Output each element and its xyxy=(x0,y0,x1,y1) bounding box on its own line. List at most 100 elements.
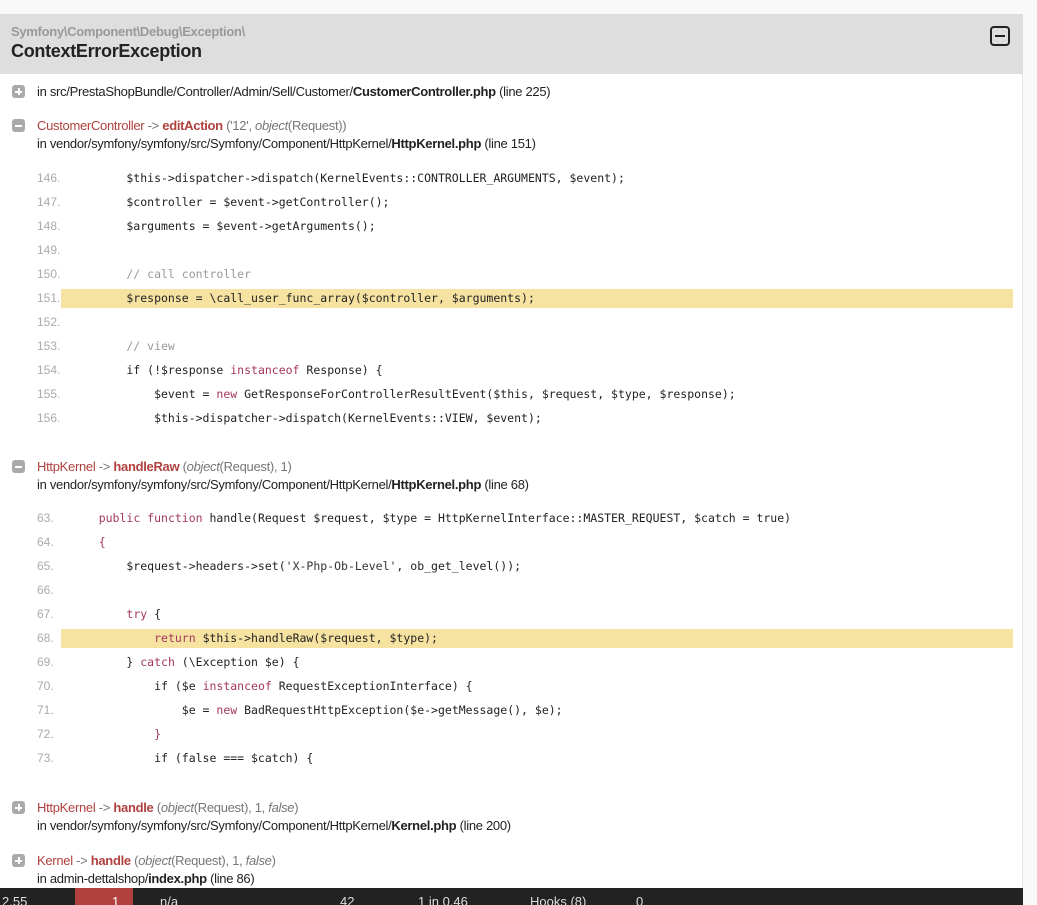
expand-icon[interactable] xyxy=(12,801,25,814)
trace-line: (line 151) xyxy=(484,136,536,151)
trace-method: handle xyxy=(90,853,131,868)
code-token: $this->dispatcher->dispatch(KernelEvents… xyxy=(71,171,625,185)
collapse-icon[interactable] xyxy=(12,119,25,132)
trace-path: in vendor/symfony/symfony/src/Symfony/Co… xyxy=(37,818,392,833)
code-token: (\Exception $e) { xyxy=(174,655,300,669)
trace-args-italic: false xyxy=(245,853,272,868)
toolbar-time[interactable]: 2.55 xyxy=(2,894,27,905)
trace-method: editAction xyxy=(162,118,223,133)
trace-call: CustomerController -> editAction ('12', … xyxy=(37,117,536,135)
exception-namespace: Symfony\Component\Debug\Exception\ xyxy=(11,24,245,39)
highlighted-code-line: 68. return $this->handleRaw($request, $t… xyxy=(37,629,1013,648)
code-token: if (false === $catch) { xyxy=(71,751,314,765)
trace-entry: HttpKernel -> handle (object(Request), 1… xyxy=(12,799,511,835)
toolbar-user[interactable]: n/a xyxy=(160,894,178,905)
trace-file: HttpKernel.php xyxy=(391,477,482,492)
code-line: 146. $this->dispatcher->dispatch(KernelE… xyxy=(37,169,1013,188)
expand-icon[interactable] xyxy=(12,85,25,98)
code-token: instanceof xyxy=(230,363,300,377)
code-text: { xyxy=(71,533,106,552)
code-token: $request->headers->set( xyxy=(71,559,286,573)
code-token: $event = xyxy=(71,387,217,401)
code-token: $this->dispatcher->dispatch(KernelEvents… xyxy=(71,411,542,425)
trace-file: HttpKernel.php xyxy=(391,136,482,151)
code-line: 64. { xyxy=(37,533,1013,552)
code-token: { xyxy=(147,607,162,621)
trace-entry: HttpKernel -> handleRaw (object(Request)… xyxy=(12,458,529,494)
code-text: // call controller xyxy=(71,265,251,284)
code-line: 148. $arguments = $event->getArguments()… xyxy=(37,217,1013,236)
toolbar-errors[interactable]: 1 xyxy=(112,894,119,905)
code-token: // view xyxy=(71,339,175,353)
trace-line: (line 86) xyxy=(210,871,255,886)
code-line: 149. xyxy=(37,241,1013,260)
code-text: $this->dispatcher->dispatch(KernelEvents… xyxy=(71,169,625,188)
trace-args: (Request), 1) xyxy=(219,459,292,474)
trace-class: HttpKernel xyxy=(37,459,96,474)
exception-class: ContextErrorException xyxy=(11,41,202,61)
code-line: 156. $this->dispatcher->dispatch(KernelE… xyxy=(37,409,1013,428)
code-line: 73. if (false === $catch) { xyxy=(37,749,1013,768)
trace-location: in vendor/symfony/symfony/src/Symfony/Co… xyxy=(37,817,511,835)
trace-class: Kernel xyxy=(37,853,73,868)
scrollbar[interactable] xyxy=(1023,0,1037,905)
trace-arrow: -> xyxy=(95,459,114,474)
code-text: if (false === $catch) { xyxy=(71,749,313,768)
code-line: 154. if (!$response instanceof Response)… xyxy=(37,361,1013,380)
trace-call: HttpKernel -> handle (object(Request), 1… xyxy=(37,799,511,817)
trace-file: Kernel.php xyxy=(391,818,457,833)
trace-line: (line 68) xyxy=(484,477,529,492)
expand-icon[interactable] xyxy=(12,854,25,867)
code-token: handle(Request $request, $type = HttpKer… xyxy=(202,511,792,525)
trace-path: in vendor/symfony/symfony/src/Symfony/Co… xyxy=(37,136,392,151)
code-line: 71. $e = new BadRequestHttpException($e-… xyxy=(37,701,1013,720)
trace-args-italic: object xyxy=(160,800,194,815)
trace-method: handleRaw xyxy=(113,459,180,474)
trace-class: CustomerController xyxy=(37,118,145,133)
line-number: 149. xyxy=(37,243,61,257)
debug-toolbar: 2.55 1 n/a 42 1 in 0.46 Hooks (8) 0 xyxy=(0,888,1023,905)
toolbar-misc[interactable]: 0 xyxy=(636,894,643,905)
toolbar-queries[interactable]: 1 in 0.46 xyxy=(418,894,468,905)
code-token: catch xyxy=(140,655,175,669)
code-token: $arguments = $event->getArguments(); xyxy=(71,219,376,233)
code-token: if ($e xyxy=(71,679,203,693)
code-text: return $this->handleRaw($request, $type)… xyxy=(71,629,438,648)
collapse-toggle-icon[interactable] xyxy=(990,26,1010,46)
code-text: $request->headers->set('X-Php-Ob-Level',… xyxy=(71,557,521,576)
trace-path: in vendor/symfony/symfony/src/Symfony/Co… xyxy=(37,477,392,492)
collapse-icon[interactable] xyxy=(12,460,25,473)
line-number: 152. xyxy=(37,315,61,329)
trace-location: in vendor/symfony/symfony/src/Symfony/Co… xyxy=(37,476,529,494)
trace-arrow: -> xyxy=(95,800,114,815)
code-line: 147. $controller = $event->getController… xyxy=(37,193,1013,212)
code-token: return xyxy=(154,631,196,645)
trace-entry: Kernel -> handle (object(Request), 1, fa… xyxy=(12,852,276,888)
code-text: $arguments = $event->getArguments(); xyxy=(71,217,376,236)
code-token: $e = xyxy=(71,703,217,717)
exception-header: Symfony\Component\Debug\Exception\ Conte… xyxy=(0,14,1023,74)
toolbar-hooks[interactable]: Hooks (8) xyxy=(530,894,586,905)
trace-arrow: -> xyxy=(144,118,163,133)
trace-line: (line 200) xyxy=(459,818,512,833)
code-token: Response) { xyxy=(299,363,383,377)
code-token: $this->handleRaw($request, $type); xyxy=(195,631,438,645)
code-text: } catch (\Exception $e) { xyxy=(71,653,300,672)
code-token: RequestExceptionInterface) { xyxy=(271,679,473,693)
toolbar-error-badge[interactable] xyxy=(75,888,133,905)
trace-args-italic: object xyxy=(186,459,220,474)
trace-location: in src/PrestaShopBundle/Controller/Admin… xyxy=(37,83,551,101)
code-text: $this->dispatcher->dispatch(KernelEvents… xyxy=(71,409,542,428)
trace-arrow: -> xyxy=(72,853,91,868)
toolbar-db[interactable]: 42 xyxy=(340,894,354,905)
trace-location: in vendor/symfony/symfony/src/Symfony/Co… xyxy=(37,135,536,153)
code-token: $controller = $event->getController(); xyxy=(71,195,390,209)
code-line: 70. if ($e instanceof RequestExceptionIn… xyxy=(37,677,1013,696)
code-token: { xyxy=(71,535,106,549)
highlighted-code-line: 151. $response = \call_user_func_array($… xyxy=(37,289,1013,308)
trace-args: ( xyxy=(153,800,161,815)
trace-location: in admin-dettalshop/index.php (line 86) xyxy=(37,870,276,888)
